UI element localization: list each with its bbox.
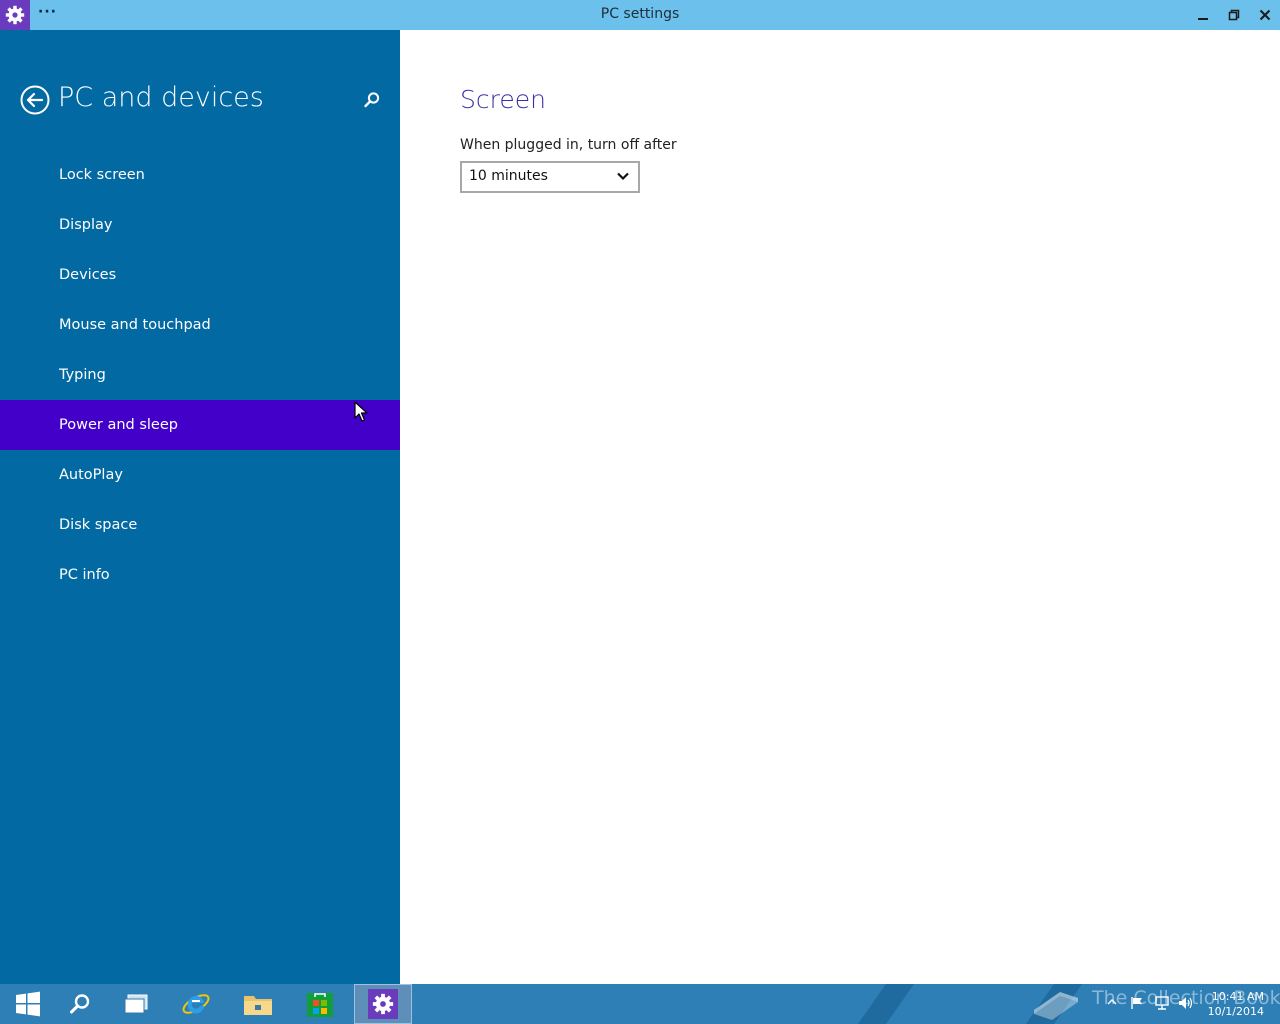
section-title: Screen	[460, 85, 546, 114]
internet-explorer-button[interactable]	[168, 984, 224, 1024]
minimize-icon	[1198, 18, 1208, 20]
sidebar: PC and devices Lock screen Display Devic…	[0, 30, 400, 984]
taskbar: The Collection Book 10:41 AM 10/1/2014	[0, 984, 1280, 1024]
back-arrow-icon	[20, 85, 50, 115]
close-icon	[1259, 9, 1271, 21]
chevron-down-icon	[617, 172, 629, 181]
sidebar-item-display[interactable]: Display	[0, 200, 400, 250]
search-button[interactable]	[362, 90, 382, 110]
search-icon	[70, 994, 90, 1014]
sidebar-item-disk-space[interactable]: Disk space	[0, 500, 400, 550]
store-button[interactable]	[292, 984, 348, 1024]
main-content: Screen When plugged in, turn off after 1…	[400, 30, 1280, 984]
clock-date: 10/1/2014	[1207, 1005, 1264, 1018]
search-icon	[364, 92, 380, 108]
book-watermark-icon	[1034, 992, 1078, 1020]
window-title: PC settings	[600, 6, 680, 22]
minimize-button[interactable]	[1187, 0, 1219, 30]
sidebar-item-devices[interactable]: Devices	[0, 250, 400, 300]
settings-taskbar-button[interactable]	[354, 984, 412, 1024]
clock-time: 10:41 AM	[1211, 990, 1264, 1003]
back-button[interactable]	[20, 85, 50, 115]
store-icon	[307, 993, 333, 1017]
file-explorer-icon	[244, 996, 272, 1015]
start-icon	[16, 991, 40, 1017]
start-button[interactable]	[0, 984, 56, 1024]
sidebar-item-autoplay[interactable]: AutoPlay	[0, 450, 400, 500]
taskbar-decoration	[857, 984, 915, 1024]
file-explorer-button[interactable]	[230, 984, 286, 1024]
dropdown-selected-value: 10 minutes	[469, 168, 548, 184]
volume-icon[interactable]	[1178, 996, 1194, 1010]
taskbar-search-button[interactable]	[52, 984, 108, 1024]
sidebar-item-mouse-and-touchpad[interactable]: Mouse and touchpad	[0, 300, 400, 350]
screen-timeout-dropdown[interactable]: 10 minutes	[460, 161, 640, 193]
show-hidden-icons-icon[interactable]	[1106, 996, 1118, 1008]
network-icon[interactable]	[1154, 996, 1170, 1010]
title-bar: ··· PC settings	[0, 0, 1280, 30]
task-view-button[interactable]	[108, 984, 164, 1024]
sidebar-item-pc-info[interactable]: PC info	[0, 550, 400, 600]
sidebar-nav: Lock screen Display Devices Mouse and to…	[0, 150, 400, 600]
sidebar-item-power-and-sleep[interactable]: Power and sleep	[0, 400, 400, 450]
mouse-cursor-icon	[354, 401, 368, 422]
taskbar-clock[interactable]: 10:41 AM 10/1/2014	[1208, 989, 1264, 1019]
close-button[interactable]	[1249, 0, 1280, 30]
action-center-flag-icon[interactable]	[1130, 996, 1144, 1010]
sidebar-item-lock-screen[interactable]: Lock screen	[0, 150, 400, 200]
restore-button[interactable]	[1218, 0, 1250, 30]
settings-icon	[368, 989, 398, 1019]
sidebar-title: PC and devices	[58, 82, 264, 113]
screen-timeout-label: When plugged in, turn off after	[460, 137, 677, 153]
sidebar-item-typing[interactable]: Typing	[0, 350, 400, 400]
internet-explorer-icon	[182, 994, 210, 1014]
task-view-icon	[124, 994, 148, 1014]
restore-icon	[1228, 9, 1240, 21]
